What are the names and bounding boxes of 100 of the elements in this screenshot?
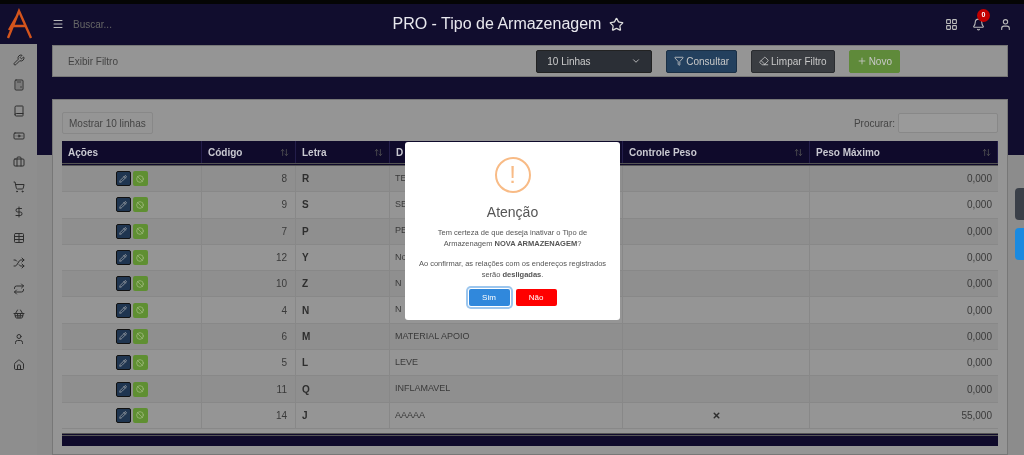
table-cell-text: 0,000 [966,224,992,239]
pencil-icon [119,279,127,288]
table-cell-text: J [302,408,308,423]
sort-icon [982,147,991,157]
column-header[interactable]: Código [202,141,296,163]
calculator-icon[interactable] [12,79,25,92]
table-cell-text: Q [302,382,310,397]
filter-button[interactable]: Consultar [666,49,738,73]
table-cell-text: AAAAA [395,408,425,422]
star-icon[interactable] [609,16,625,32]
pencil-icon [119,358,127,367]
menu-icon[interactable] [52,18,64,30]
table-cell-text: 6 [281,329,287,344]
table-cell-text: 0,000 [966,382,992,397]
table-cell-text: 4 [281,303,287,318]
table-cell-text: 0,000 [966,251,992,266]
table-cell-text: 5 [281,356,287,371]
ban-icon [136,306,144,315]
filter-button[interactable]: Limpar Filtro [751,49,835,73]
edit-button[interactable] [115,171,131,187]
ban-icon [136,332,144,341]
table-cell: N [395,277,402,291]
pencil-icon [119,227,127,236]
column-header[interactable]: Letra [296,141,390,163]
chevron-down-icon [631,56,642,66]
edit-button[interactable] [115,197,131,213]
pencil-icon [119,411,127,420]
table-cell-text: L [302,356,309,371]
table-cell-text: 0,000 [966,172,992,187]
table-cell-text: LEVE [395,355,418,369]
edit-button[interactable] [115,250,131,266]
ban-icon [136,227,144,236]
plus-icon [856,56,867,66]
table-cell-text: 10 [275,277,287,292]
pencil-icon [119,174,127,183]
sort-icon [794,147,803,157]
basket-icon[interactable] [12,307,25,320]
ban-icon [136,253,144,262]
table-cell-text: 0,000 [966,198,992,213]
grid-icon[interactable] [945,17,958,31]
dialog-confirm-button[interactable]: Sim [468,289,510,306]
wrench-icon[interactable] [12,54,25,66]
dialog-title: Atenção [486,203,539,222]
table-cell-text: S [302,198,309,213]
edit-button[interactable] [115,302,131,318]
table-cell-text: N [302,303,310,318]
table-cell-text: MATERIAL APOIO [395,329,470,343]
pencil-icon [119,200,127,209]
pencil-icon [119,253,127,262]
table-cell-text: M [302,329,311,344]
cart-icon[interactable] [12,180,25,193]
table-cell-text: 8 [281,172,287,187]
ban-icon [136,385,144,393]
edit-button[interactable] [115,328,131,344]
edit-button[interactable] [115,223,131,239]
edit-button[interactable] [115,276,131,292]
table-cell-text: 14 [275,408,287,423]
pencil-icon [119,332,127,341]
column-header[interactable]: Controle Peso [623,141,810,163]
shuffle-icon[interactable] [12,257,25,270]
edit-button[interactable] [115,407,131,423]
ban-icon [136,411,144,420]
table-icon[interactable] [12,231,25,244]
ban-icon [136,200,144,209]
ban-icon [136,358,144,367]
table-cell: INFLAMAVEL [395,382,451,396]
search-label: Procurar: [853,116,895,131]
column-header[interactable]: Ações [62,141,202,163]
table-cell-text: 7 [281,224,287,239]
table-cell-text: Y [302,251,309,266]
rows-select[interactable]: 10 Linhas [536,49,653,73]
table-cell-text: P [302,224,309,239]
briefcase-icon[interactable] [12,155,25,168]
warning-icon: ! [494,157,531,193]
banknote-icon[interactable] [12,130,25,143]
dollar-icon[interactable] [12,206,25,219]
table-cell-text: 9 [281,198,287,213]
user-icon[interactable] [999,17,1012,31]
table-cell: N [395,303,402,317]
table-cell-text: 11 [276,382,287,397]
table-cell-text: R [302,172,310,187]
ban-icon [136,279,144,288]
column-header[interactable]: Peso Máximo [810,141,998,163]
pencil-icon [119,385,127,393]
ban-icon [136,174,144,183]
edit-button[interactable] [115,355,131,371]
table-cell-text: 0,000 [966,329,992,344]
table-cell-text: 0,000 [966,277,992,292]
table-cell-text: 55,000 [961,408,992,423]
home-icon[interactable] [12,358,25,371]
repeat-icon[interactable] [12,282,25,295]
dialog-cancel-button[interactable]: Não [515,289,557,306]
sort-icon [280,147,289,157]
filter-icon [674,56,685,66]
table-cell-text: 0,000 [966,356,992,371]
table-cell-text: 12 [275,251,287,266]
eraser-icon [759,56,770,66]
edit-button[interactable] [115,381,131,397]
book-icon[interactable] [12,104,25,117]
bell-icon[interactable] [972,17,985,31]
